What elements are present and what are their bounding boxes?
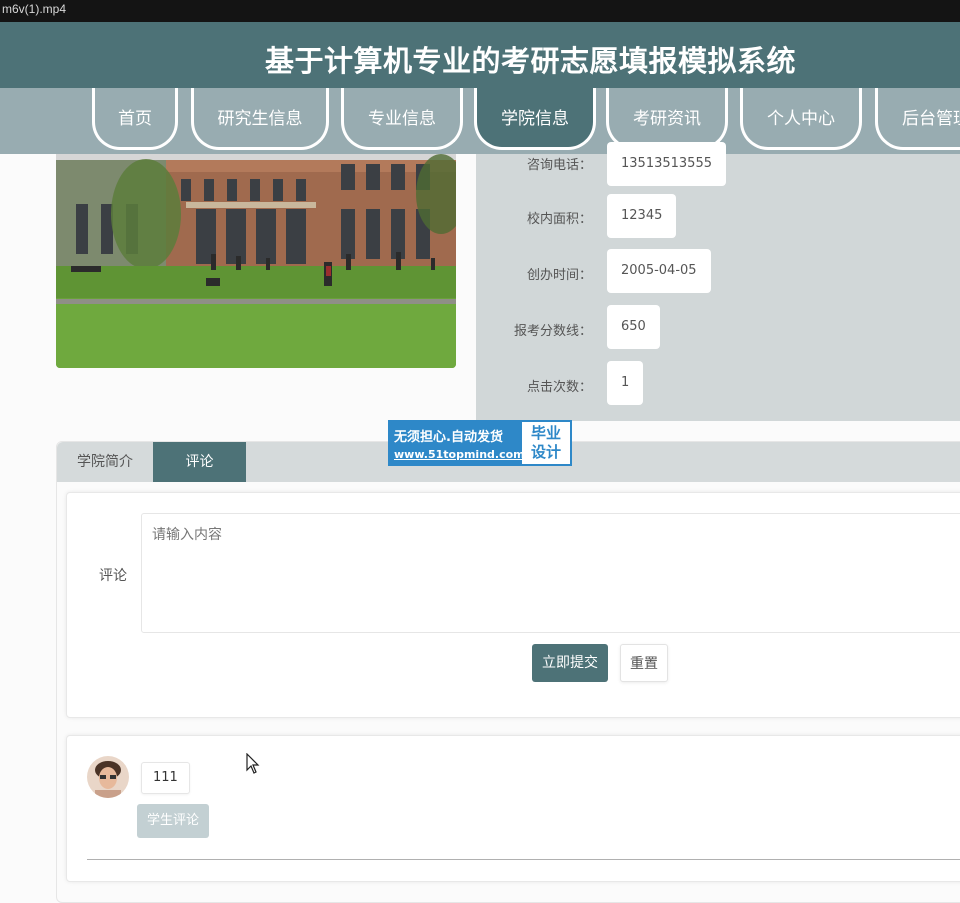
reset-button[interactable]: 重置 — [620, 644, 668, 682]
video-title-bar: m6v(1).mp4 — [0, 0, 960, 22]
nav-item-personal-center[interactable]: 个人中心 — [740, 88, 862, 150]
site-header: 基于计算机专业的考研志愿填报模拟系统 — [0, 22, 960, 88]
watermark-url: www.51topmind.com — [394, 448, 525, 461]
comment-label: 评论 — [99, 568, 127, 584]
submit-button[interactable]: 立即提交 — [532, 644, 608, 682]
mouse-cursor-icon — [246, 753, 260, 774]
phone-label: 咨询电话： — [526, 158, 592, 173]
founded-value: 2005-04-05 — [607, 249, 711, 293]
comment-divider — [87, 859, 960, 860]
main-nav: 首页 研究生信息 专业信息 学院信息 考研资讯 个人中心 后台管理 — [0, 88, 960, 154]
video-filename: m6v(1).mp4 — [2, 2, 67, 16]
click-count-label: 点击次数： — [526, 380, 592, 395]
comment-input[interactable] — [141, 513, 960, 633]
comment-text: 111 — [141, 762, 190, 794]
nav-item-admin[interactable]: 后台管理 — [875, 88, 960, 150]
score-line-label: 报考分数线： — [513, 324, 592, 339]
score-line-value: 650 — [607, 305, 660, 349]
college-info-panel: 咨询电话： 13513513555 校内面积： 12345 创办时间： 2005… — [476, 142, 960, 421]
nav-item-home[interactable]: 首页 — [92, 88, 178, 150]
nav-item-major-info[interactable]: 专业信息 — [341, 88, 463, 150]
comment-item: 111 学生评论 — [66, 735, 960, 882]
watermark-ad: 无须担心.自动发货 www.51topmind.com 毕业 设计 — [388, 420, 572, 466]
college-photo — [56, 154, 456, 368]
click-count-value: 1 — [607, 361, 644, 405]
phone-value: 13513513555 — [607, 142, 726, 186]
comment-type-badge: 学生评论 — [137, 804, 209, 838]
nav-item-graduate-info[interactable]: 研究生信息 — [191, 88, 329, 150]
comment-form: 评论 立即提交 重置 — [66, 492, 960, 718]
tab-college-intro[interactable]: 学院简介 — [57, 442, 153, 482]
area-label: 校内面积： — [526, 212, 592, 227]
nav-item-college-info[interactable]: 学院信息 — [474, 88, 596, 150]
user-avatar-icon — [87, 756, 129, 798]
nav-item-exam-news[interactable]: 考研资讯 — [606, 88, 728, 150]
watermark-badge-line2: 设计 — [530, 443, 561, 461]
watermark-slogan: 无须担心.自动发货 — [394, 430, 503, 445]
avatar — [87, 756, 129, 798]
founded-label: 创办时间： — [526, 268, 592, 283]
site-title: 基于计算机专业的考研志愿填报模拟系统 — [265, 44, 797, 78]
watermark-badge: 毕业 设计 — [522, 422, 570, 464]
campus-building-image — [56, 154, 456, 368]
area-value: 12345 — [607, 194, 677, 238]
watermark-badge-line1: 毕业 — [530, 424, 561, 442]
tab-comments[interactable]: 评论 — [153, 442, 246, 482]
